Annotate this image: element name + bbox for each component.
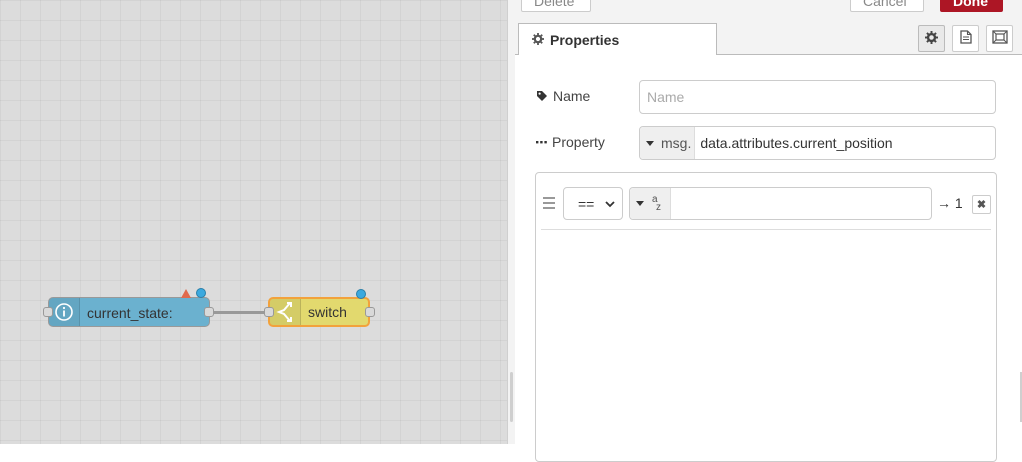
ellipsis-icon <box>536 140 547 144</box>
warning-icon <box>181 289 191 298</box>
tab-label: Properties <box>550 31 620 48</box>
done-button[interactable]: Done <box>940 0 1003 12</box>
node-label: current_state: <box>87 305 173 321</box>
close-icon: ✖ <box>976 199 987 211</box>
output-port[interactable] <box>365 307 375 317</box>
rule-divider <box>541 229 991 230</box>
delete-button[interactable]: Delete <box>521 0 591 12</box>
switch-icon <box>270 299 301 325</box>
node-current-state[interactable]: current_state: <box>48 297 210 327</box>
output-port[interactable] <box>204 307 214 317</box>
rule-value-input[interactable]: az <box>629 187 932 220</box>
rules-list[interactable]: == az → 1 ✖ <box>535 172 997 462</box>
cancel-button[interactable]: Cancel <box>850 0 924 12</box>
remove-rule-button[interactable]: ✖ <box>972 195 991 214</box>
name-label: Name <box>536 88 590 104</box>
drag-handle-icon[interactable] <box>543 197 555 212</box>
node-label: switch <box>308 304 347 320</box>
rule-value-type-select[interactable]: az <box>630 188 671 219</box>
tab-properties[interactable]: Properties <box>518 23 717 55</box>
node-appearance-button[interactable] <box>986 25 1013 52</box>
caret-down-icon <box>646 140 654 146</box>
az-icon: az <box>652 193 661 213</box>
tray-tabs: Properties <box>515 22 1022 55</box>
document-icon <box>959 30 972 47</box>
node-settings-button[interactable] <box>918 25 945 52</box>
input-port[interactable] <box>43 307 53 317</box>
gear-icon <box>925 30 938 47</box>
splitter-grip[interactable] <box>510 372 513 422</box>
name-placeholder: Name <box>647 89 685 105</box>
edit-tray: Delete Cancel Done Properties Name Name … <box>515 0 1022 462</box>
flow-canvas[interactable]: current_state: switch <box>0 0 507 444</box>
input-port[interactable] <box>264 307 274 317</box>
chevron-down-icon <box>604 197 616 213</box>
rule-output-label: → 1 <box>937 195 963 211</box>
info-icon <box>49 298 80 326</box>
property-value: data.attributes.current_position <box>700 135 893 151</box>
rule-row: == az → 1 ✖ <box>536 173 996 229</box>
rule-operator-select[interactable]: == <box>563 187 623 220</box>
caret-down-icon <box>636 201 644 206</box>
name-input[interactable]: Name <box>639 80 996 114</box>
property-type-select[interactable]: msg. <box>640 127 696 159</box>
node-switch[interactable]: switch <box>268 297 370 327</box>
property-input[interactable]: msg. data.attributes.current_position <box>639 126 996 160</box>
tag-icon <box>536 90 548 102</box>
flow-wire[interactable] <box>208 311 270 314</box>
panel-splitter[interactable] <box>507 0 515 444</box>
property-label: Property <box>536 134 605 150</box>
tray-toolbar: Delete Cancel Done <box>515 0 1022 22</box>
gear-icon <box>532 32 544 48</box>
changed-indicator <box>196 288 206 298</box>
changed-indicator <box>356 289 366 299</box>
node-description-button[interactable] <box>952 25 979 52</box>
appearance-icon <box>991 30 1008 47</box>
